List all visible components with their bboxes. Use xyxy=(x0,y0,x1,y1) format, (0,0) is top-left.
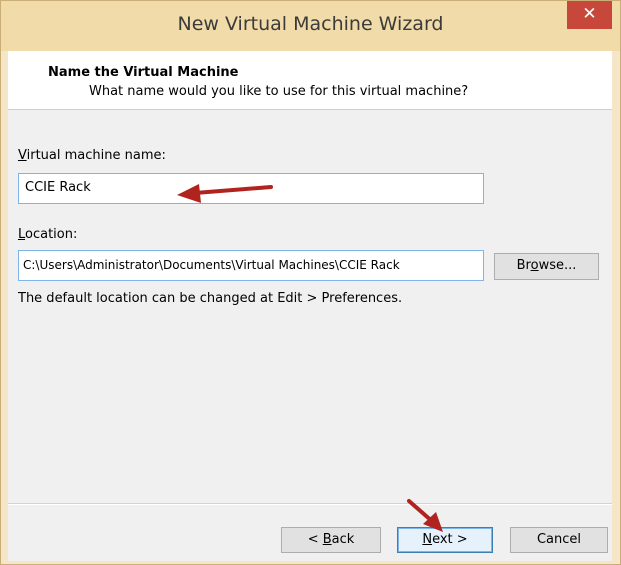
vm-name-label-text: irtual machine name: xyxy=(26,148,166,163)
back-button[interactable]: < Back xyxy=(281,527,381,553)
back-label-post: ack xyxy=(331,532,355,547)
back-label-mnemonic: B xyxy=(322,532,332,547)
close-button[interactable]: ✕ xyxy=(567,1,612,29)
window-title: New Virtual Machine Wizard xyxy=(177,13,444,35)
vm-name-input[interactable]: CCIE Rack xyxy=(18,173,484,204)
location-label-mnemonic: L xyxy=(18,227,26,242)
vm-name-label: Virtual machine name: xyxy=(18,148,166,163)
page-title: Name the Virtual Machine xyxy=(48,65,239,80)
back-label-pre: < xyxy=(307,532,323,547)
browse-label-post: wse... xyxy=(538,258,577,273)
vm-name-value: CCIE Rack xyxy=(25,180,91,195)
vm-name-label-mnemonic: V xyxy=(18,148,27,163)
wizard-window: New Virtual Machine Wizard ✕ Name the Vi… xyxy=(0,0,621,565)
next-label-mnemonic: N xyxy=(422,532,433,547)
wizard-client-area: Name the Virtual Machine What name would… xyxy=(8,51,612,561)
location-input[interactable]: C:\Users\Administrator\Documents\Virtual… xyxy=(18,250,484,281)
location-label-text: ocation: xyxy=(25,227,78,242)
next-button[interactable]: Next > xyxy=(397,527,493,553)
cancel-button[interactable]: Cancel xyxy=(510,527,608,553)
location-value: C:\Users\Administrator\Documents\Virtual… xyxy=(23,258,400,272)
wizard-header: Name the Virtual Machine What name would… xyxy=(8,51,612,110)
location-hint: The default location can be changed at E… xyxy=(18,291,403,306)
location-label: Location: xyxy=(18,227,77,242)
next-label-post: ext > xyxy=(432,532,468,547)
title-bar[interactable]: New Virtual Machine Wizard ✕ xyxy=(1,1,620,51)
footer-divider-highlight xyxy=(8,504,612,505)
close-icon: ✕ xyxy=(582,4,597,24)
browse-label-pre: Br xyxy=(516,258,531,273)
browse-button[interactable]: Browse... xyxy=(494,253,599,280)
browse-label-mnemonic: o xyxy=(530,258,539,273)
page-subtitle: What name would you like to use for this… xyxy=(89,84,469,99)
